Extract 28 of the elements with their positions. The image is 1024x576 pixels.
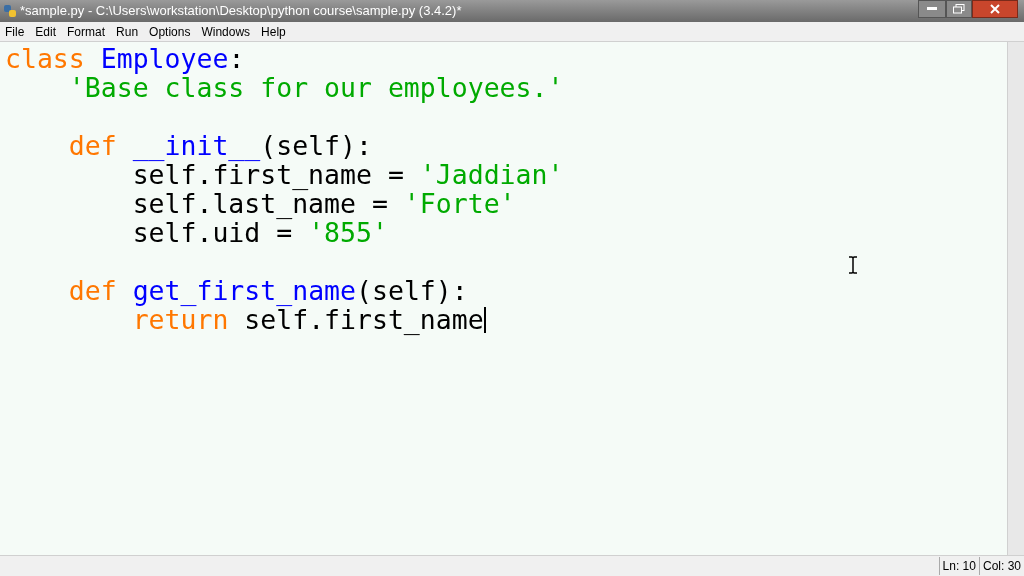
- code-line: return self.first_name: [132, 305, 484, 334]
- menu-item[interactable]: Options: [149, 22, 191, 41]
- menu-item[interactable]: Format: [67, 22, 106, 41]
- menu-item[interactable]: Run: [116, 22, 139, 41]
- minimize-button[interactable]: [918, 0, 946, 18]
- menu-item[interactable]: File: [5, 22, 25, 41]
- window-title: *sample.py - C:\Users\workstation\Desktop\python course\sample.py (3.4.2)*: [20, 2, 462, 21]
- code-line: self.uid = '855': [132, 218, 388, 247]
- code-line: def get_first_name(self):: [68, 276, 468, 305]
- code-line: 'Base class for our employees.': [68, 73, 564, 102]
- code-line: self.last_name = 'Forte': [132, 189, 516, 218]
- maximize-button[interactable]: [946, 0, 972, 18]
- python-icon: [3, 4, 17, 18]
- close-icon: [990, 4, 1000, 14]
- mouse-cursor-icon: [848, 256, 858, 274]
- close-button[interactable]: [972, 0, 1018, 18]
- menu-item[interactable]: Help: [261, 22, 286, 41]
- restore-icon: [953, 4, 965, 14]
- menu-item[interactable]: Windows: [201, 22, 251, 41]
- minimize-icon: [927, 7, 937, 11]
- code-editor[interactable]: class Employee: 'Base class for our employees.' def __init__(self): self.first_name = 'Jaddian' self.last_name = 'Forte' self.uid = '855' def get_first_name(self): return self.first_name: [0, 42, 1007, 555]
- column-indicator: Col: 30: [978, 557, 1024, 575]
- line-indicator: Ln: 10: [938, 557, 979, 575]
- menu-item[interactable]: Edit: [35, 22, 57, 41]
- code-line: self.first_name = 'Jaddian': [132, 160, 564, 189]
- code-line: def __init__(self):: [68, 131, 372, 160]
- code-line: class Employee:: [5, 44, 245, 73]
- vertical-scrollbar[interactable]: [1007, 42, 1024, 555]
